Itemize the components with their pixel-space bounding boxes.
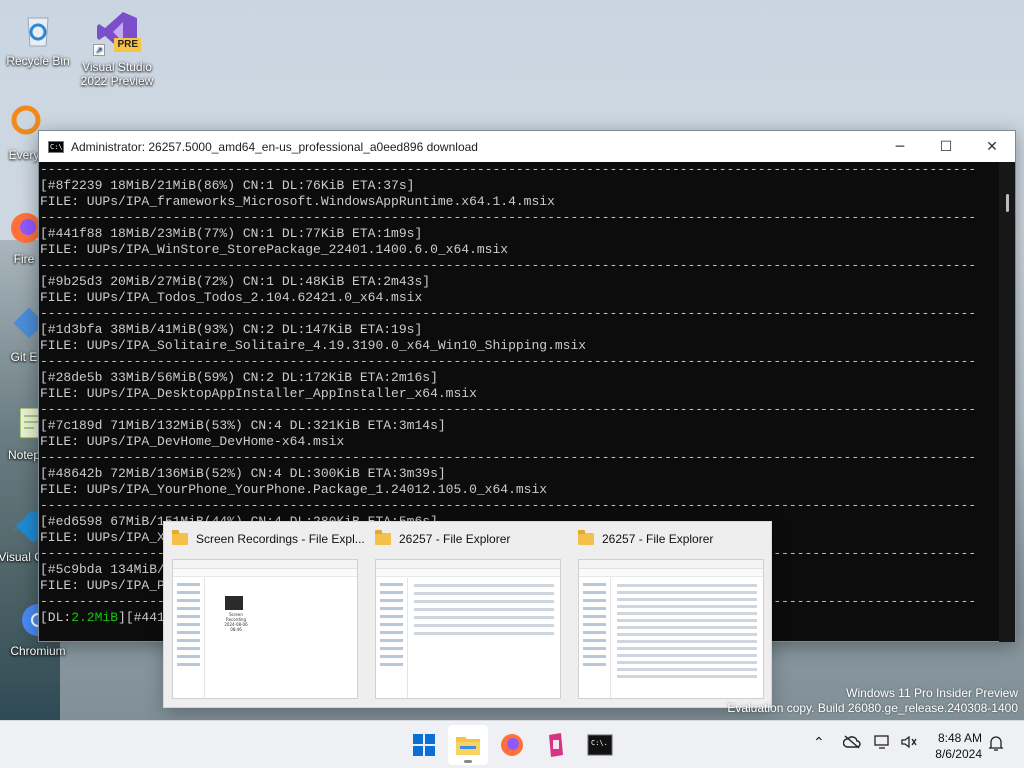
network-icon[interactable] bbox=[874, 735, 892, 753]
separator-line: ----------------------------------------… bbox=[40, 450, 977, 465]
svg-text:C:\.: C:\. bbox=[591, 739, 608, 747]
visual-studio-icon: PRE ↗ bbox=[93, 8, 141, 56]
download-status-line: [#48642b 72MiB/136MiB(52%) CN:4 DL:300Ki… bbox=[40, 466, 446, 481]
summary-open: [DL: bbox=[40, 610, 72, 625]
taskbar-file-explorer[interactable] bbox=[448, 725, 488, 765]
firefox-icon bbox=[501, 734, 523, 756]
download-file-line: FILE: UUPs/IPA_YourPhone_YourPhone.Packa… bbox=[40, 482, 548, 497]
download-status-line: [#441f88 18MiB/23MiB(77%) CN:1 DL:77KiB … bbox=[40, 226, 423, 241]
taskbar-pink-app[interactable] bbox=[536, 725, 576, 765]
folder-icon bbox=[172, 530, 188, 545]
taskbar-terminal[interactable]: C:\. bbox=[580, 725, 620, 765]
thumbnail-title: 26257 - File Explorer bbox=[399, 532, 511, 546]
close-button[interactable]: ✕ bbox=[969, 131, 1015, 162]
thumbnail-preview bbox=[375, 559, 561, 699]
clock-date: 8/6/2024 bbox=[935, 747, 982, 761]
video-file-thumbnail bbox=[225, 596, 243, 610]
console-scrollbar[interactable] bbox=[999, 162, 1015, 642]
file-label: Screen Recording 2024-08-06 08:46 bbox=[224, 612, 248, 632]
download-file-line: FILE: UUPs/IPA_WinStore_StorePackage_224… bbox=[40, 242, 509, 257]
download-file-line: FILE: UUPs/IPA_Solitaire_Solitaire_4.19.… bbox=[40, 338, 587, 353]
taskbar-firefox[interactable] bbox=[492, 725, 532, 765]
taskbar: C:\. ⌃ 8:48 AM 8/6/2024 bbox=[0, 720, 1024, 768]
desktop-icon-label: Every bbox=[8, 148, 40, 162]
separator-line: ----------------------------------------… bbox=[40, 258, 977, 273]
thumbnail-preview: Screen Recording 2024-08-06 08:46 bbox=[172, 559, 358, 699]
pink-app-icon bbox=[549, 733, 563, 757]
thumbnail-title: Screen Recordings - File Expl... bbox=[196, 532, 365, 546]
folder-icon bbox=[578, 530, 594, 545]
download-status-line: [#8f2239 18MiB/21MiB(86%) CN:1 DL:76KiB … bbox=[40, 178, 415, 193]
desktop-icon-label: Fire bbox=[13, 252, 35, 266]
preview-badge: PRE bbox=[114, 38, 141, 52]
download-status-line: [#28de5b 33MiB/56MiB(59%) CN:2 DL:172KiB… bbox=[40, 370, 438, 385]
desktop-icon-label: Recycle Bin bbox=[6, 54, 70, 68]
console-app-icon: C:\. bbox=[48, 140, 67, 153]
console-title: Administrator: 26257.5000_amd64_en-us_pr… bbox=[71, 139, 478, 154]
thumbnail-preview bbox=[578, 559, 764, 699]
download-status-line: [#7c189d 71MiB/132MiB(53%) CN:4 DL:321Ki… bbox=[40, 418, 446, 433]
thumbnail-26257-explorer-1[interactable]: 26257 - File Explorer bbox=[367, 522, 570, 709]
separator-line: ----------------------------------------… bbox=[40, 402, 977, 417]
onedrive-icon[interactable] bbox=[842, 735, 861, 753]
watermark-edition: Windows 11 Pro Insider Preview bbox=[846, 686, 1018, 700]
thumbnail-title: 26257 - File Explorer bbox=[602, 532, 714, 546]
desktop-icon-recycle-bin[interactable]: Recycle Bin bbox=[0, 10, 76, 68]
summary-mid: ][#441 bbox=[118, 610, 165, 625]
desktop-icon-label: Visual Studio 2022 Preview bbox=[80, 60, 154, 88]
separator-line: ----------------------------------------… bbox=[40, 162, 977, 177]
download-status-line: [#9b25d3 20MiB/27MiB(72%) CN:1 DL:48KiB … bbox=[40, 274, 431, 289]
volume-muted-icon[interactable] bbox=[900, 735, 918, 753]
notification-bell-icon[interactable] bbox=[988, 734, 1004, 756]
shortcut-arrow-icon: ↗ bbox=[93, 44, 105, 56]
maximize-button[interactable]: ☐ bbox=[923, 131, 969, 162]
separator-line: ----------------------------------------… bbox=[40, 354, 977, 369]
terminal-icon: C:\. bbox=[587, 734, 613, 756]
desktop-icon-label: Notep bbox=[7, 448, 41, 462]
download-file-line: FILE: UUPs/IPA_frameworks_Microsoft.Wind… bbox=[40, 194, 555, 209]
clock[interactable]: 8:48 AM 8/6/2024 bbox=[935, 730, 982, 762]
chevron-up-icon[interactable]: ⌃ bbox=[813, 735, 825, 751]
thumbnail-screen-recordings[interactable]: Screen Recordings - File Expl... Screen … bbox=[164, 522, 367, 709]
download-file-line: FILE: UUPs/IPA_DesktopAppInstaller_AppIn… bbox=[40, 386, 477, 401]
separator-line: ----------------------------------------… bbox=[40, 306, 977, 321]
separator-line: ----------------------------------------… bbox=[40, 210, 977, 225]
windows-start-icon bbox=[413, 734, 435, 756]
download-status-line: [#1d3bfa 38MiB/41MiB(93%) CN:2 DL:147KiB… bbox=[40, 322, 423, 337]
running-indicator bbox=[464, 760, 472, 763]
folder-icon bbox=[456, 737, 480, 755]
download-file-line: FILE: UUPs/IPA_DevHome_DevHome-x64.msix bbox=[40, 434, 345, 449]
windows-watermark: Windows 11 Pro Insider Preview Evaluatio… bbox=[727, 686, 1018, 716]
folder-icon bbox=[375, 530, 391, 545]
separator-line: ----------------------------------------… bbox=[40, 498, 977, 513]
scrollbar-thumb[interactable] bbox=[1006, 194, 1009, 212]
thumbnail-26257-explorer-2[interactable]: 26257 - File Explorer bbox=[570, 522, 773, 709]
minimize-button[interactable]: ─ bbox=[877, 131, 923, 162]
download-file-line: FILE: UUPs/IPA_Todos_Todos_2.104.62421.0… bbox=[40, 290, 423, 305]
start-button[interactable] bbox=[404, 725, 444, 765]
console-titlebar[interactable]: C:\. Administrator: 26257.5000_amd64_en-… bbox=[39, 131, 1015, 162]
desktop-icon-visual-studio[interactable]: PRE ↗ Visual Studio 2022 Preview bbox=[79, 8, 155, 88]
summary-speed: 2.2MiB bbox=[71, 610, 119, 625]
watermark-build: Evaluation copy. Build 26080.ge_release.… bbox=[727, 701, 1018, 715]
desktop-icon-label: Chromium bbox=[10, 644, 66, 658]
clock-time: 8:48 AM bbox=[937, 731, 982, 745]
taskbar-thumbnail-popup: Screen Recordings - File Expl... Screen … bbox=[163, 521, 772, 708]
desktop-icon-label: Git E bbox=[10, 350, 38, 364]
recycle-bin-icon bbox=[18, 10, 58, 50]
